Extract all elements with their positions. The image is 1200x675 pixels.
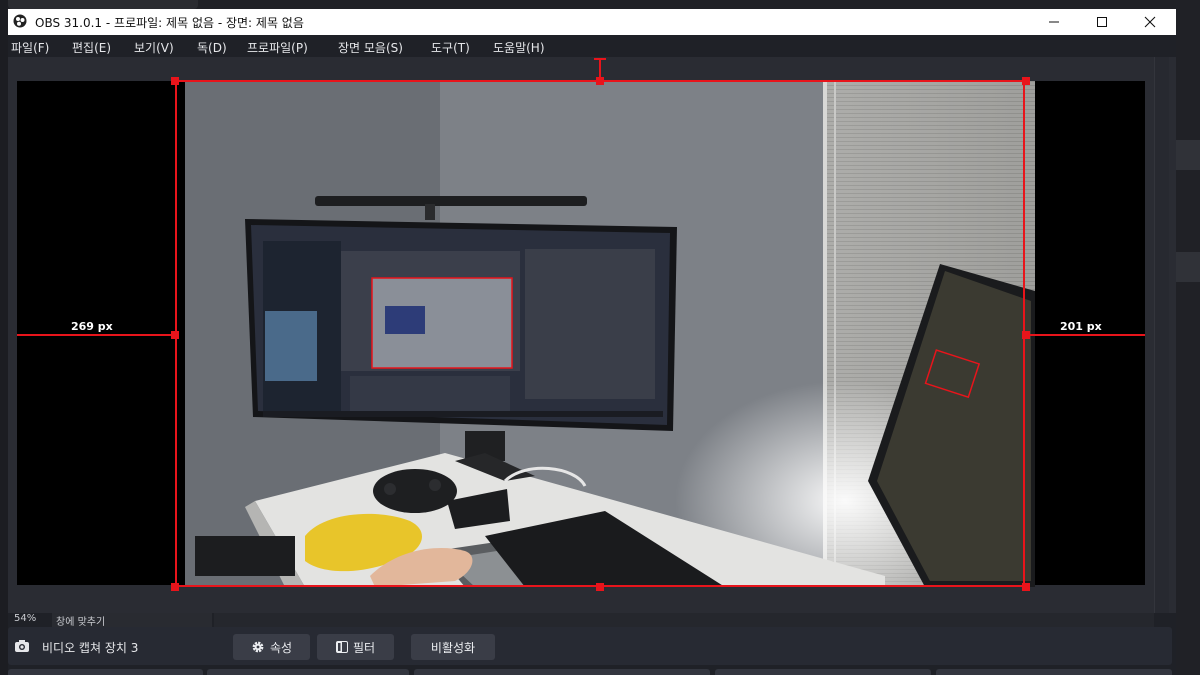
dock-sources[interactable] bbox=[207, 669, 409, 675]
background-tab bbox=[8, 0, 198, 9]
camera-feed-image bbox=[185, 81, 1035, 587]
filters-button[interactable]: 필터 bbox=[317, 634, 394, 660]
background-band bbox=[1175, 140, 1200, 170]
disable-label: 비활성화 bbox=[430, 640, 476, 655]
obs-logo-icon bbox=[13, 14, 27, 28]
dock-audio-mixer[interactable] bbox=[414, 669, 710, 675]
dock-scene-transitions[interactable] bbox=[715, 669, 931, 675]
title-bar[interactable]: OBS 31.0.1 - 프로파일: 제목 없음 - 장면: 제목 없음 bbox=[8, 9, 1176, 35]
background-app-right bbox=[1175, 0, 1200, 675]
resize-handle-top-right[interactable] bbox=[1022, 77, 1030, 85]
preview-zoom-bar: 54% 창에 맞추기 bbox=[8, 613, 1176, 628]
background-app-left bbox=[0, 0, 8, 675]
left-distance-guide bbox=[17, 334, 175, 336]
zoom-percentage: 54% bbox=[14, 613, 37, 624]
menu-file[interactable]: 파일(F) bbox=[11, 39, 49, 56]
menu-bar: 파일(F) 편집(E) 보기(V) 독(D) 프로파일(P) 장면 모음(S) … bbox=[8, 35, 1176, 57]
menu-scene-collection[interactable]: 장면 모음(S) bbox=[338, 39, 403, 56]
disable-button[interactable]: 비활성화 bbox=[411, 634, 495, 660]
source-toolbar: 비디오 캡쳐 장치 3 속성 필터 비활성화 bbox=[8, 627, 1172, 665]
zoom-mode-value: 창에 맞추기 bbox=[56, 617, 106, 628]
resize-handle-bottom[interactable] bbox=[596, 583, 604, 591]
zoom-mode-select[interactable]: 창에 맞추기 bbox=[52, 613, 248, 628]
resize-handle-bottom-right[interactable] bbox=[1022, 583, 1030, 591]
minimize-icon bbox=[1049, 21, 1059, 23]
menu-view[interactable]: 보기(V) bbox=[134, 39, 174, 56]
background-app-top bbox=[0, 0, 1200, 9]
top-distance-guide-cap bbox=[594, 58, 606, 60]
minimize-button[interactable] bbox=[1030, 9, 1078, 35]
source-name: 비디오 캡쳐 장치 3 bbox=[42, 641, 139, 655]
camera-icon bbox=[15, 640, 29, 652]
dock-panels bbox=[8, 669, 1176, 675]
maximize-icon bbox=[1097, 17, 1107, 27]
filters-label: 필터 bbox=[352, 640, 376, 655]
preview-area[interactable] bbox=[8, 57, 1176, 613]
top-distance-guide bbox=[599, 58, 601, 80]
left-distance-label: 269 px bbox=[71, 320, 113, 333]
properties-label: 속성 bbox=[269, 640, 293, 655]
window-title: OBS 31.0.1 - 프로파일: 제목 없음 - 장면: 제목 없음 bbox=[35, 16, 304, 30]
resize-handle-top-left[interactable] bbox=[171, 77, 179, 85]
resize-handle-bottom-left[interactable] bbox=[171, 583, 179, 591]
properties-button[interactable]: 속성 bbox=[233, 634, 310, 660]
preview-vertical-scrollbar[interactable] bbox=[1154, 57, 1169, 613]
close-button[interactable] bbox=[1126, 9, 1174, 35]
menu-dock[interactable]: 독(D) bbox=[197, 39, 227, 56]
menu-tools[interactable]: 도구(T) bbox=[431, 39, 470, 56]
background-band bbox=[1175, 252, 1200, 282]
menu-help[interactable]: 도움말(H) bbox=[493, 39, 545, 56]
video-capture-frame[interactable] bbox=[185, 81, 1035, 587]
preview-horizontal-scrollbar[interactable] bbox=[214, 613, 1154, 627]
dock-scenes[interactable] bbox=[8, 669, 203, 675]
filter-icon bbox=[335, 641, 348, 653]
right-distance-guide bbox=[1027, 334, 1145, 336]
obs-window: OBS 31.0.1 - 프로파일: 제목 없음 - 장면: 제목 없음 파일(… bbox=[8, 9, 1176, 675]
gear-icon bbox=[252, 641, 264, 653]
menu-profile[interactable]: 프로파일(P) bbox=[247, 39, 308, 56]
close-icon bbox=[1144, 16, 1156, 28]
preview-canvas[interactable] bbox=[17, 81, 1145, 587]
menu-edit[interactable]: 편집(E) bbox=[72, 39, 111, 56]
dock-controls[interactable] bbox=[936, 669, 1172, 675]
maximize-button[interactable] bbox=[1078, 9, 1126, 35]
right-distance-label: 201 px bbox=[1060, 320, 1102, 333]
